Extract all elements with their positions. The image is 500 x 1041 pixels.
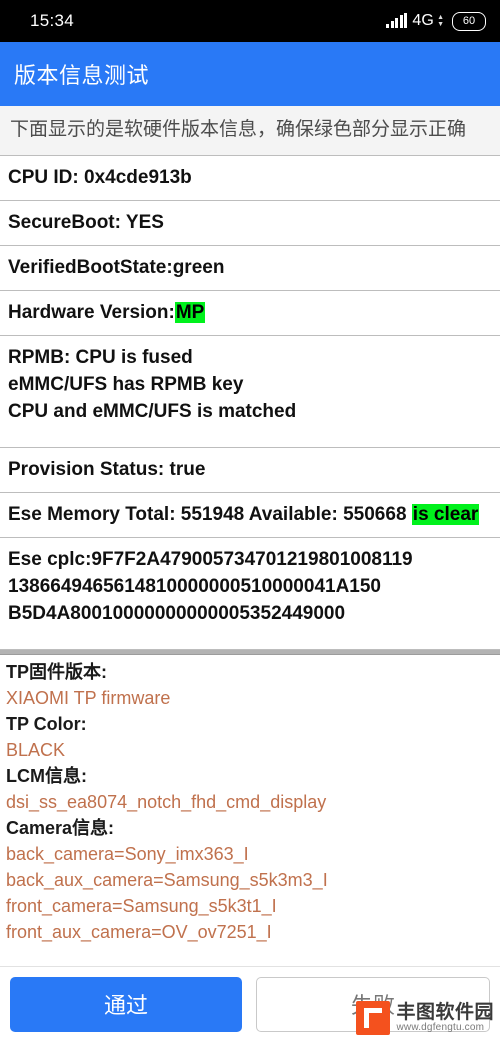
battery-level-label: 60 — [462, 15, 476, 27]
tp-info-key: TP固件版本: — [6, 662, 107, 682]
highlighted-value: MP — [174, 302, 206, 323]
info-row-line: 1386649465614810000000510000041A150 — [8, 576, 381, 597]
info-row: SecureBoot: YES — [0, 201, 500, 246]
tp-info-key: TP Color: — [6, 714, 87, 734]
page-title: 版本信息测试 — [14, 63, 150, 88]
info-row: RPMB: CPU is fused eMMC/UFS has RPMB key C… — [0, 336, 500, 448]
tp-info-section: TP固件版本: XIAOMI TP firmware TP Color: BLACK L… — [0, 655, 500, 945]
info-row-line: CPU and eMMC/UFS is matched — [8, 401, 297, 422]
info-row-label: Ese Memory Total: 551948 Available: 5506… — [8, 504, 412, 525]
info-row: Ese cplc:9F7F2A479005734701219801008119 1… — [0, 538, 500, 650]
info-row: Ese Memory Total: 551948 Available: 5506… — [0, 493, 500, 538]
tp-info-key: Camera信息: — [6, 818, 115, 838]
action-bar: 通过 失败 — [0, 966, 500, 1041]
info-row: CPU ID: 0x4cde913b — [0, 156, 500, 201]
tp-info-value: front_aux_camera=OV_ov7251_I — [6, 922, 272, 942]
status-bar: 15:34 4G ▲ ▼ 60 — [0, 0, 500, 42]
tp-info-value: dsi_ss_ea8074_notch_fhd_cmd_display — [6, 792, 327, 812]
info-row-line: Ese cplc:9F7F2A479005734701219801008119 — [8, 549, 413, 570]
data-transfer-icon: ▲ ▼ — [437, 14, 444, 28]
highlighted-value: is clear — [411, 504, 480, 525]
app-bar: 版本信息测试 — [0, 42, 500, 106]
info-row: Provision Status: true — [0, 448, 500, 493]
fail-button[interactable]: 失败 — [256, 976, 490, 1032]
tp-info-value: front_camera=Samsung_s5k3t1_I — [6, 896, 277, 916]
info-row: VerifiedBootState:green — [0, 246, 500, 291]
signal-bars-icon — [386, 13, 408, 28]
tp-info-value: back_aux_camera=Samsung_s5k3m3_I — [6, 870, 328, 890]
status-icons: 4G ▲ ▼ 60 — [386, 11, 486, 31]
tp-info-value: back_camera=Sony_imx363_I — [6, 844, 249, 864]
status-time: 15:34 — [30, 11, 75, 30]
info-row-label: Hardware Version: — [8, 302, 175, 323]
info-row: Hardware Version:MP — [0, 291, 500, 336]
tp-info-value: BLACK — [6, 740, 66, 760]
description-text: 下面显示的是软硬件版本信息，确保绿色部分显示正确 — [0, 106, 500, 156]
info-row-line: eMMC/UFS has RPMB key — [8, 374, 244, 395]
info-row-line: B5D4A80010000000000005352449000 — [8, 603, 346, 624]
info-scroll-area[interactable]: 下面显示的是软硬件版本信息，确保绿色部分显示正确 CPU ID: 0x4cde9… — [0, 106, 500, 966]
tp-info-key: LCM信息: — [6, 766, 87, 786]
pass-button[interactable]: 通过 — [10, 976, 242, 1032]
battery-icon: 60 — [452, 11, 486, 31]
tp-info-value: XIAOMI TP firmware — [6, 688, 171, 708]
info-row-list: CPU ID: 0x4cde913b SecureBoot: YES Verifie… — [0, 156, 500, 650]
network-type-label: 4G — [412, 12, 435, 29]
info-row-line: RPMB: CPU is fused — [8, 347, 193, 368]
